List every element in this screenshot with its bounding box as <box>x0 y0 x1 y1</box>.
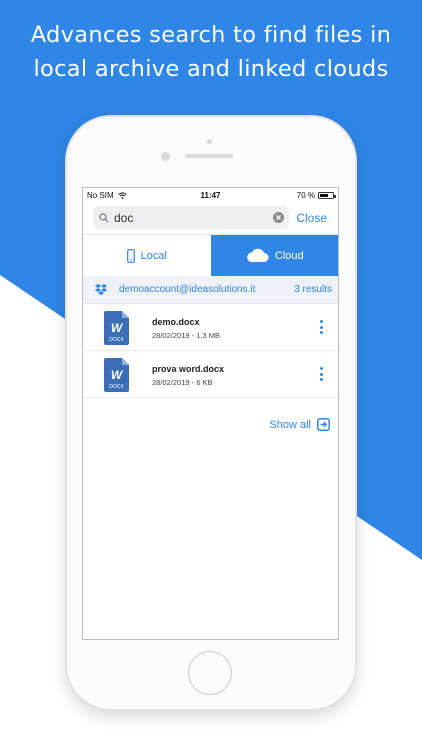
show-all-button[interactable]: Show all <box>269 418 330 431</box>
docx-letter: W <box>111 368 124 382</box>
docx-file-icon: W DOCX <box>104 358 129 392</box>
home-button[interactable] <box>188 651 232 695</box>
clear-search-icon[interactable] <box>273 212 284 223</box>
battery-icon <box>318 192 336 199</box>
headline-line-1: Advances search to find files in <box>30 22 392 48</box>
tab-local-label: Local <box>140 249 167 262</box>
phone-sensor <box>207 139 212 144</box>
docx-letter: W <box>111 321 124 335</box>
phone-speaker <box>185 154 233 158</box>
search-icon <box>99 212 109 222</box>
file-name: prova word.docx <box>152 364 225 374</box>
search-row: Close <box>83 203 338 234</box>
phone-icon <box>126 248 135 263</box>
search-input[interactable] <box>114 210 264 225</box>
account-bar: demoaccount@ideasolutions.it 3 results <box>83 276 338 304</box>
account-email: demoaccount@ideasolutions.it <box>119 284 256 295</box>
docx-label: DOCX <box>109 384 124 390</box>
cloud-icon <box>247 248 269 262</box>
docx-label: DOCX <box>109 337 124 343</box>
file-row[interactable]: W DOCX prova word.docx 28/02/2019 - 6 KB <box>83 351 338 398</box>
file-name: demo.docx <box>152 317 200 327</box>
results-count: 3 results <box>294 284 332 295</box>
close-button[interactable]: Close <box>296 211 327 225</box>
tab-cloud[interactable]: Cloud <box>210 235 338 276</box>
file-meta: 28/02/2019 - 6 KB <box>152 378 213 387</box>
more-options-icon[interactable] <box>320 367 324 381</box>
headline: Advances search to find files in local a… <box>0 18 422 86</box>
docx-file-icon: W DOCX <box>104 311 129 345</box>
more-options-icon[interactable] <box>320 320 324 334</box>
battery-fill <box>320 194 329 197</box>
source-tabs: Local Cloud <box>83 234 338 276</box>
arrow-right-box-icon <box>317 418 330 431</box>
file-row[interactable]: W DOCX demo.docx 28/02/2019 - 1,3 MB <box>83 304 338 351</box>
status-right: 70 % <box>296 191 336 200</box>
dropbox-icon <box>95 284 107 295</box>
phone-camera <box>161 152 170 161</box>
search-box[interactable] <box>93 206 289 229</box>
phone-mockup: No SIM 11:47 70 % doc Close Local Cloud … <box>67 117 355 709</box>
tab-local[interactable]: Local <box>83 235 211 276</box>
show-all-label: Show all <box>269 418 311 431</box>
app-screen: No SIM 11:47 70 % doc Close Local Cloud … <box>82 187 339 640</box>
file-meta: 28/02/2019 - 1,3 MB <box>152 331 220 340</box>
status-bar: No SIM 11:47 70 % <box>83 188 338 203</box>
tab-cloud-label: Cloud <box>274 249 304 262</box>
battery-percent: 70 % <box>296 191 315 200</box>
headline-line-2: local archive and linked clouds <box>33 56 389 82</box>
battery-tip <box>334 194 336 198</box>
